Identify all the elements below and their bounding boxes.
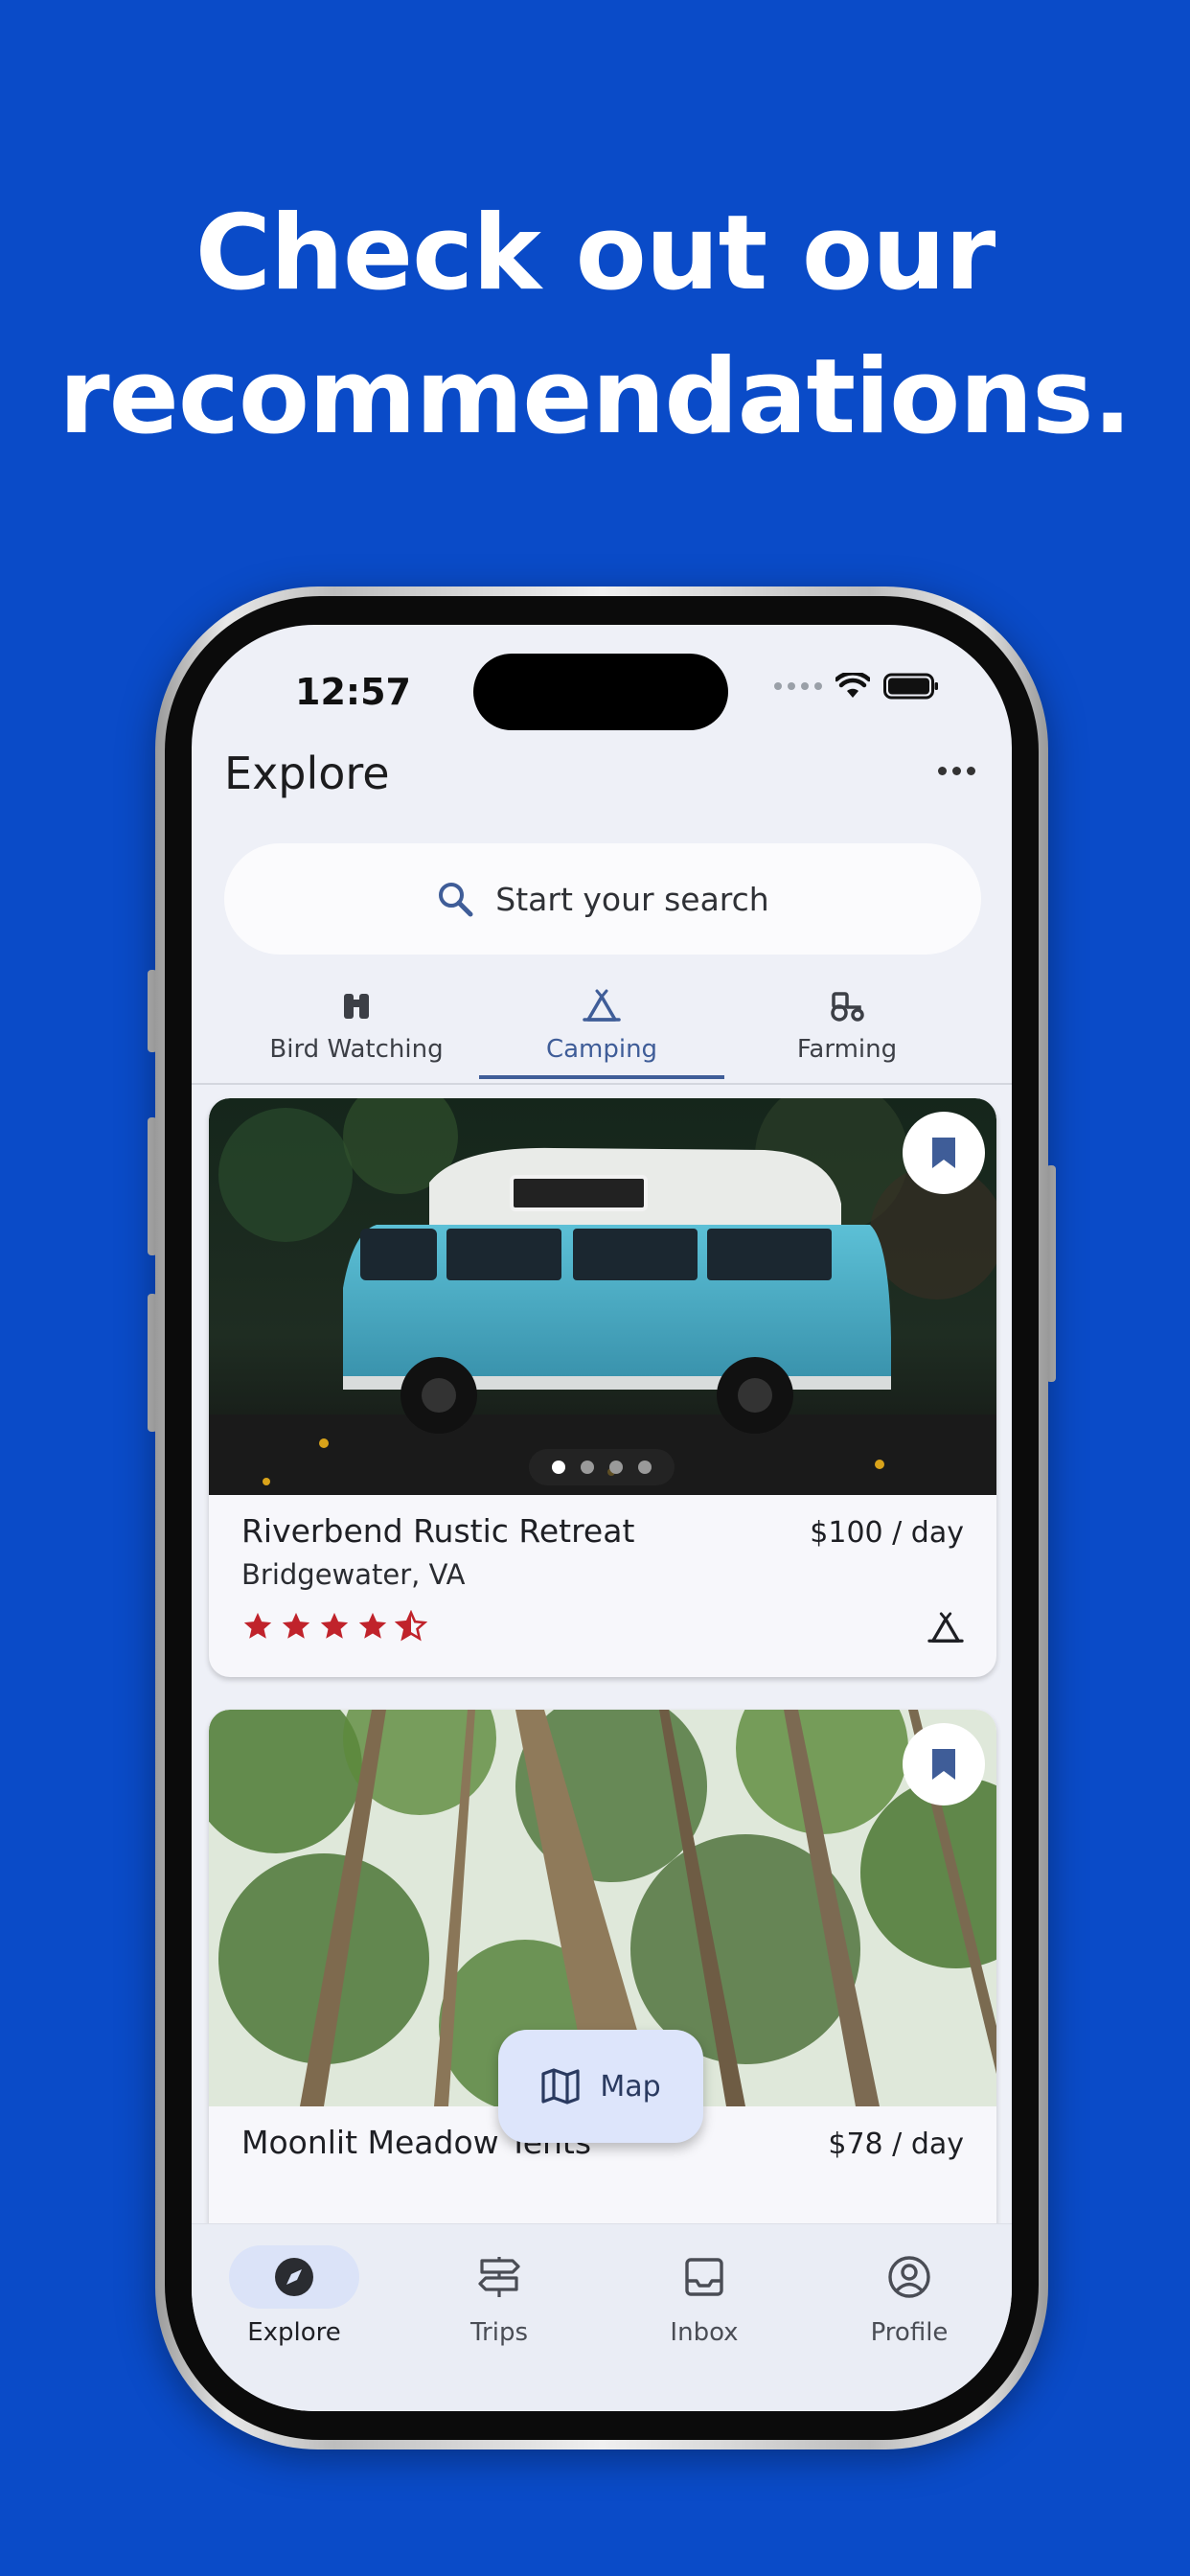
tractor-icon xyxy=(831,992,864,1022)
bookmark-icon xyxy=(932,1749,955,1780)
tent-icon xyxy=(927,1612,964,1643)
map-button[interactable]: Map xyxy=(498,2030,703,2143)
category-farming[interactable]: Farming xyxy=(724,981,970,1083)
photo-pager[interactable] xyxy=(529,1449,675,1485)
profile-icon xyxy=(888,2256,930,2298)
tab-label: Trips xyxy=(469,2318,529,2347)
rating-stars xyxy=(241,1610,427,1643)
page-title: Explore xyxy=(224,748,390,799)
map-icon xyxy=(541,2068,580,2104)
phone-screen: 12:57 Explore Start your search Bird Wat… xyxy=(192,625,1012,2411)
status-time: 12:57 xyxy=(295,671,411,713)
half-star-icon xyxy=(395,1610,427,1642)
binoculars-icon xyxy=(344,994,369,1019)
tent-icon xyxy=(583,989,621,1022)
star-icon xyxy=(282,1612,310,1639)
active-category-indicator xyxy=(479,1075,724,1079)
listing-card[interactable]: Riverbend Rustic Retreat $100 / day Brid… xyxy=(209,1098,996,1677)
search-icon xyxy=(439,883,473,917)
headline-line-2: recommendations. xyxy=(58,337,1132,457)
inbox-icon xyxy=(685,2258,723,2296)
signpost-icon xyxy=(478,2257,520,2297)
headline-line-1: Check out our xyxy=(195,194,996,313)
dynamic-island xyxy=(473,654,728,730)
star-icon xyxy=(243,1612,272,1639)
listing-card[interactable]: Moonlit Meadow Tents $78 / day xyxy=(209,1710,996,2223)
category-label: Bird Watching xyxy=(269,1035,444,1064)
tab-trips[interactable]: Trips xyxy=(397,2245,602,2347)
star-icon xyxy=(320,1612,349,1639)
search-placeholder: Start your search xyxy=(495,880,769,918)
search-bar[interactable]: Start your search xyxy=(224,843,981,954)
tab-inbox[interactable]: Inbox xyxy=(602,2245,807,2347)
category-label: Farming xyxy=(796,1035,898,1064)
tab-profile[interactable]: Profile xyxy=(807,2245,1012,2347)
battery-icon xyxy=(883,673,938,700)
listing-location: Bridgewater, VA xyxy=(241,1558,466,1591)
listing-photo[interactable] xyxy=(209,1098,996,1495)
listing-title: Riverbend Rustic Retreat xyxy=(241,1512,635,1550)
category-bird-watching[interactable]: Bird Watching xyxy=(234,981,479,1083)
listing-category xyxy=(927,1612,964,1648)
bookmark-button[interactable] xyxy=(903,1112,985,1194)
map-button-label: Map xyxy=(600,2069,661,2104)
listing-price: $78 / day xyxy=(828,2128,964,2161)
headline: Check out our recommendations. xyxy=(0,182,1190,470)
bottom-tab-bar: Explore Trips Inbox Profile xyxy=(192,2223,1012,2411)
signal-icon xyxy=(774,682,822,690)
listings-feed[interactable]: Riverbend Rustic Retreat $100 / day Brid… xyxy=(192,1085,1012,2223)
bookmark-icon xyxy=(932,1138,955,1168)
category-camping[interactable]: Camping xyxy=(479,981,724,1083)
bookmark-button[interactable] xyxy=(903,1723,985,1806)
more-icon[interactable] xyxy=(938,767,975,775)
listing-price: $100 / day xyxy=(810,1516,964,1550)
star-icon xyxy=(358,1612,387,1639)
wifi-icon xyxy=(835,673,870,698)
status-icons xyxy=(774,673,939,700)
tab-label: Explore xyxy=(247,2318,341,2347)
tab-label: Profile xyxy=(870,2318,949,2347)
compass-icon xyxy=(275,2258,313,2296)
tab-explore[interactable]: Explore xyxy=(192,2245,397,2347)
category-label: Camping xyxy=(545,1035,658,1064)
category-tabs: Bird Watching Camping Farming xyxy=(192,981,1012,1085)
tab-label: Inbox xyxy=(670,2318,739,2347)
